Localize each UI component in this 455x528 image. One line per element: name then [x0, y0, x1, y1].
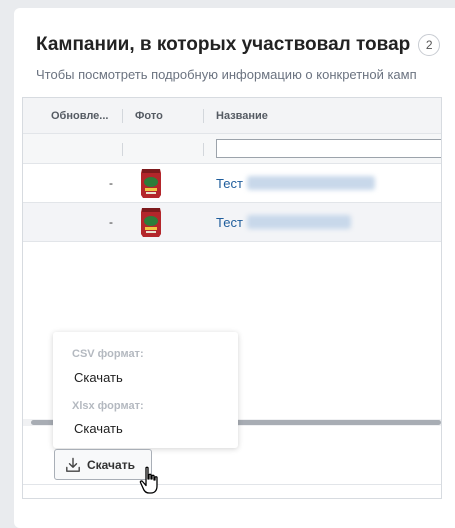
download-button-label: Скачать	[87, 457, 135, 472]
updated-cell: -	[109, 176, 113, 190]
csv-format-header: CSV формат:	[72, 348, 144, 360]
export-menu: CSV формат: Скачать Xlsx формат: Скачать	[53, 332, 238, 448]
updated-cell: -	[109, 215, 113, 229]
product-bag-icon	[141, 169, 161, 198]
product-photo	[139, 167, 163, 204]
download-icon	[66, 457, 80, 472]
column-header-updated[interactable]: Обновле...	[51, 98, 108, 134]
xlsx-download-item[interactable]: Скачать	[74, 421, 123, 436]
column-header-photo[interactable]: Фото	[135, 98, 163, 134]
table-footer-divider	[23, 484, 441, 485]
campaign-name-link[interactable]: Тест	[216, 164, 375, 203]
campaign-name-link[interactable]: Тест	[216, 203, 351, 242]
panel-header: Кампании, в которых участвовал товар 2	[36, 34, 441, 56]
name-filter-input[interactable]	[216, 139, 441, 158]
table-header: Обновле... Фото Название	[23, 98, 441, 134]
table-row[interactable]: - Тест	[23, 164, 441, 203]
redacted-text	[246, 215, 351, 229]
filter-divider	[122, 143, 123, 156]
column-resize-handle[interactable]	[203, 109, 204, 123]
campaign-count-badge: 2	[418, 34, 441, 56]
hand-pointer-cursor-icon	[138, 466, 166, 501]
filter-divider	[203, 143, 204, 156]
csv-download-item[interactable]: Скачать	[74, 370, 123, 385]
column-resize-handle[interactable]	[122, 109, 123, 123]
product-photo	[139, 206, 163, 243]
table-row[interactable]: - Тест	[23, 203, 441, 242]
redacted-text	[246, 176, 375, 190]
panel-subtitle: Чтобы посмотреть подробную информацию о …	[36, 67, 417, 82]
xlsx-format-header: Xlsx формат:	[72, 400, 144, 412]
panel-title: Кампании, в которых участвовал товар	[36, 34, 411, 55]
product-bag-icon	[141, 208, 161, 237]
column-header-name[interactable]: Название	[216, 98, 268, 134]
